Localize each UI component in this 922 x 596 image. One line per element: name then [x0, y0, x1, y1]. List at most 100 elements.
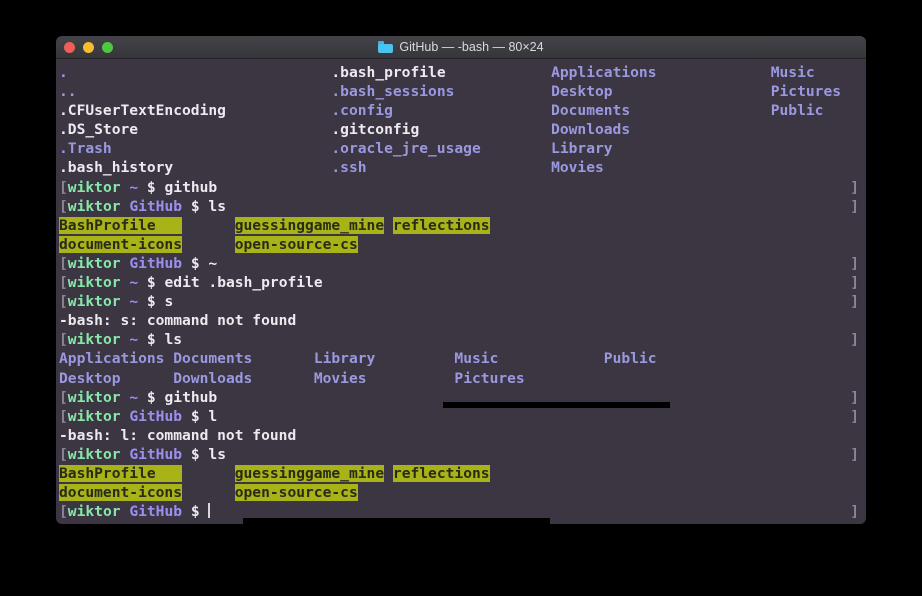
file-entry: Downloads [173, 369, 253, 387]
prompt-user: wiktor [67, 197, 121, 215]
prompt-directory: GitHub [129, 407, 183, 425]
terminal-output-line: BashProfile guessinggame_mine reflection… [59, 464, 866, 483]
prompt-command: ls [164, 331, 183, 349]
file-entry: -bash: s: command not found [59, 312, 297, 330]
prompt-sigil: $ [190, 503, 200, 521]
directory-entry: BashProfile [59, 216, 183, 234]
prompt-close-bracket: ] [850, 407, 859, 425]
prompt-close-bracket: ] [850, 254, 859, 272]
terminal-prompt-line: [wiktor ~ $ edit .bash_profile] [59, 273, 866, 292]
prompt-sigil: $ [146, 293, 156, 311]
terminal-output-line: .CFUserTextEncoding .config Documents Pu… [59, 101, 866, 120]
terminal-body[interactable]: . .bash_profile Applications Music.. .ba… [56, 59, 866, 524]
prompt-user: wiktor [67, 274, 121, 292]
directory-entry: document-icons [59, 484, 183, 502]
file-entry: .Trash [59, 140, 112, 158]
directory-entry: guessinggame_mine [234, 464, 385, 482]
file-entry: Documents [173, 350, 253, 368]
directory-entry: reflections [392, 216, 490, 234]
prompt-user: wiktor [67, 254, 121, 272]
directory-entry: BashProfile [59, 464, 183, 482]
file-entry: Music [454, 350, 499, 368]
file-entry: Movies [313, 369, 367, 387]
prompt-close-bracket: ] [850, 274, 859, 292]
file-entry: . [59, 64, 68, 81]
file-entry: .bash_profile [331, 64, 446, 81]
window-titlebar[interactable]: GitHub — -bash — 80×24 [56, 36, 866, 59]
terminal-output-line: .. .bash_sessions Desktop Pictures [59, 82, 866, 101]
file-entry: .gitconfig [331, 121, 420, 139]
file-entry [384, 465, 393, 482]
prompt-open-bracket: [ [59, 445, 68, 463]
terminal-output-line: .DS_Store .gitconfig Downloads [59, 120, 866, 139]
terminal-window: GitHub — -bash — 80×24 . .bash_profile A… [56, 36, 866, 524]
file-entry [384, 217, 393, 234]
maximize-button[interactable] [102, 41, 113, 53]
close-button[interactable] [64, 41, 75, 53]
redaction-bar [243, 518, 550, 524]
prompt-command: ~ [208, 254, 218, 272]
directory-entry: open-source-cs [234, 235, 358, 253]
file-entry: .oracle_jre_usage [331, 140, 481, 158]
redaction-bar [443, 402, 670, 408]
file-entry: Desktop [59, 369, 121, 387]
file-entry: .bash_history [59, 159, 174, 177]
prompt-open-bracket: [ [59, 178, 68, 196]
terminal-output-line: -bash: s: command not found [59, 311, 866, 330]
prompt-open-bracket: [ [59, 197, 68, 215]
prompt-sigil: $ [190, 254, 200, 272]
file-entry: Movies [551, 159, 604, 177]
directory-entry: open-source-cs [234, 484, 358, 502]
prompt-user: wiktor [67, 293, 121, 311]
prompt-open-bracket: [ [59, 254, 68, 272]
prompt-command: l [208, 407, 218, 425]
prompt-user: wiktor [67, 331, 121, 349]
prompt-open-bracket: [ [59, 407, 68, 425]
file-entry: .CFUserTextEncoding [59, 102, 226, 120]
prompt-open-bracket: [ [59, 293, 68, 311]
file-entry: Desktop [551, 83, 613, 101]
file-entry: .bash_sessions [331, 83, 455, 101]
prompt-sigil: $ [146, 178, 156, 196]
terminal-screen[interactable]: . .bash_profile Applications Music.. .ba… [56, 63, 866, 521]
prompt-directory: ~ [129, 178, 139, 196]
prompt-close-bracket: ] [850, 388, 859, 406]
prompt-command: github [164, 178, 218, 196]
file-entry: Public [770, 102, 824, 120]
terminal-output-line: Applications Documents Library Music Pub… [59, 349, 866, 368]
terminal-output-line: -bash: l: command not found [59, 426, 866, 445]
directory-entry: document-icons [59, 235, 183, 253]
file-entry: Pictures [454, 369, 525, 387]
prompt-directory: ~ [129, 331, 139, 349]
terminal-output-line: .bash_history .ssh Movies [59, 158, 866, 177]
prompt-directory: ~ [129, 293, 139, 311]
terminal-prompt-line: [wiktor GitHub $ ~] [59, 254, 866, 273]
file-entry: Public [603, 350, 657, 368]
terminal-prompt-line: [wiktor GitHub $ l] [59, 407, 866, 426]
file-entry: .DS_Store [59, 121, 139, 139]
file-entry: Library [551, 140, 613, 158]
prompt-open-bracket: [ [59, 274, 68, 292]
minimize-button[interactable] [83, 41, 94, 53]
prompt-command: ls [208, 445, 226, 463]
prompt-sigil: $ [190, 407, 200, 425]
prompt-open-bracket: [ [59, 331, 68, 349]
file-entry: Downloads [551, 121, 631, 139]
file-entry: Pictures [770, 83, 842, 101]
prompt-close-bracket: ] [850, 331, 859, 349]
prompt-sigil: $ [190, 197, 200, 215]
terminal-output-line: .Trash .oracle_jre_usage Library [59, 139, 866, 158]
prompt-sigil: $ [146, 388, 156, 406]
prompt-command: s [164, 293, 174, 311]
terminal-prompt-line: [wiktor GitHub $ ls] [59, 197, 866, 216]
prompt-directory: ~ [129, 388, 139, 406]
prompt-directory: GitHub [129, 503, 183, 521]
window-title: GitHub — -bash — 80×24 [399, 40, 544, 54]
prompt-close-bracket: ] [850, 178, 859, 196]
terminal-output-line: document-icons open-source-cs [59, 483, 866, 502]
prompt-open-bracket: [ [59, 503, 68, 521]
prompt-user: wiktor [67, 407, 121, 425]
window-title-group: GitHub — -bash — 80×24 [378, 40, 544, 54]
file-entry: .ssh [331, 159, 367, 177]
prompt-command: github [164, 388, 218, 406]
